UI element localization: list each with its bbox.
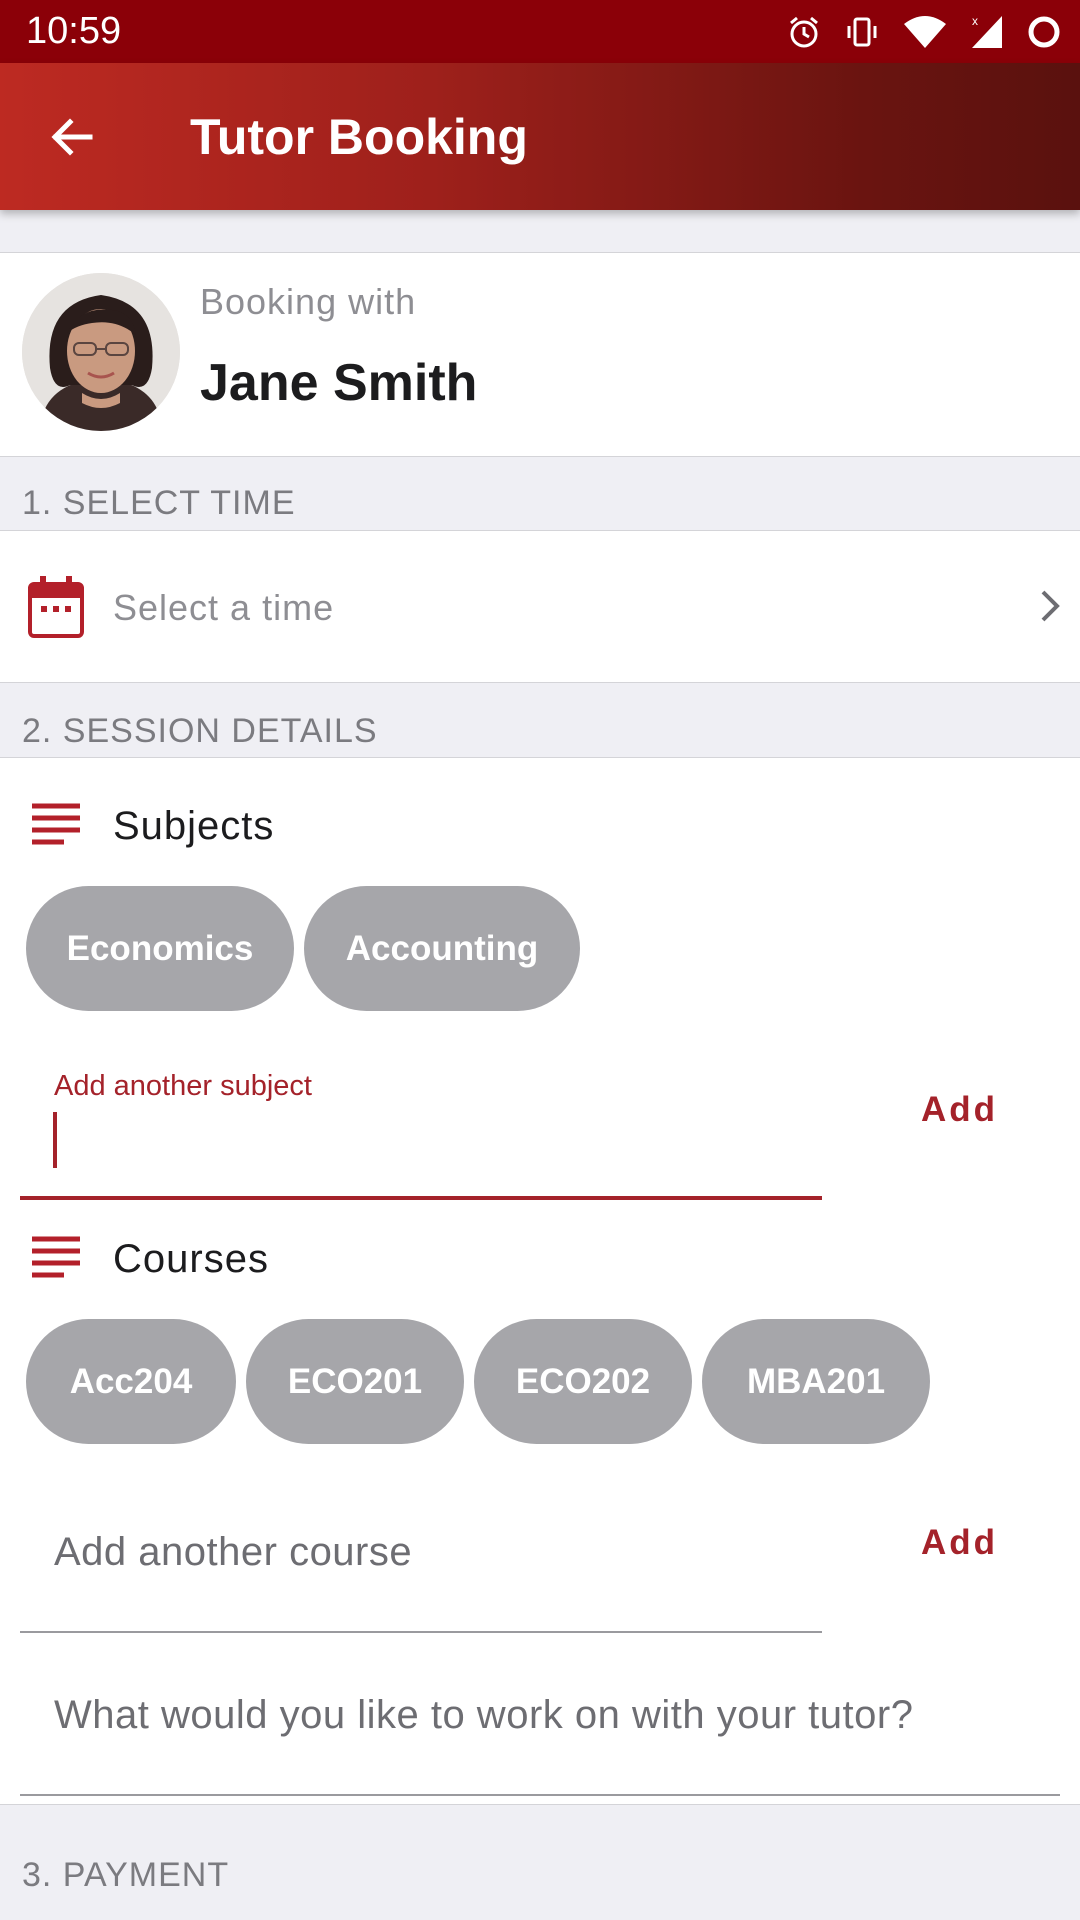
tutor-notes-input[interactable]: What would you like to work on with your… bbox=[54, 1693, 913, 1738]
vibrate-icon bbox=[844, 14, 880, 50]
course-chip[interactable]: ECO202 bbox=[474, 1319, 692, 1444]
signal-icon: x bbox=[970, 14, 1004, 50]
list-icon bbox=[32, 803, 82, 852]
wifi-icon bbox=[902, 14, 948, 50]
course-chips: Acc204 ECO201 ECO202 MBA201 bbox=[26, 1319, 930, 1444]
subject-chips: Economics Accounting bbox=[26, 886, 580, 1011]
add-subject-label: Add another subject bbox=[54, 1070, 312, 1102]
select-time-placeholder: Select a time bbox=[113, 587, 335, 628]
status-bar: 10:59 x bbox=[0, 0, 1080, 63]
course-chip[interactable]: ECO201 bbox=[246, 1319, 464, 1444]
subject-chip[interactable]: Accounting bbox=[304, 886, 580, 1011]
section-header-payment: 3. PAYMENT bbox=[22, 1856, 230, 1894]
ring-icon bbox=[1026, 14, 1062, 50]
app-bar: Tutor Booking bbox=[0, 63, 1080, 210]
tutor-name: Jane Smith bbox=[200, 354, 478, 412]
back-button[interactable] bbox=[36, 101, 108, 173]
courses-label: Courses bbox=[113, 1237, 269, 1281]
booking-with-label: Booking with bbox=[200, 281, 417, 322]
avatar bbox=[22, 273, 180, 431]
add-subject-button[interactable]: Add bbox=[921, 1090, 998, 1130]
course-chip[interactable]: MBA201 bbox=[702, 1319, 930, 1444]
text-cursor bbox=[53, 1112, 57, 1168]
status-icons: x bbox=[786, 10, 1062, 54]
section-header-session-details: 2. SESSION DETAILS bbox=[22, 712, 378, 750]
alarm-icon bbox=[786, 14, 822, 50]
page-title: Tutor Booking bbox=[190, 109, 528, 165]
svg-text:x: x bbox=[972, 14, 978, 28]
arrow-left-icon bbox=[51, 118, 93, 156]
course-chip[interactable]: Acc204 bbox=[26, 1319, 236, 1444]
tutor-card: Booking with Jane Smith bbox=[0, 252, 1080, 457]
chevron-right-icon bbox=[1038, 586, 1062, 631]
select-time-row[interactable]: Select a time bbox=[0, 530, 1080, 683]
list-icon bbox=[32, 1236, 82, 1285]
add-subject-input[interactable] bbox=[20, 1196, 822, 1200]
subjects-label: Subjects bbox=[113, 804, 275, 848]
tutor-notes-underline bbox=[20, 1794, 1060, 1796]
subject-chip[interactable]: Economics bbox=[26, 886, 294, 1011]
status-time: 10:59 bbox=[26, 10, 122, 52]
calendar-icon bbox=[28, 576, 84, 643]
section-header-select-time: 1. SELECT TIME bbox=[22, 484, 296, 522]
add-course-input[interactable]: Add another course bbox=[54, 1530, 412, 1575]
add-course-underline bbox=[20, 1631, 822, 1633]
add-course-button[interactable]: Add bbox=[921, 1523, 998, 1563]
session-details-panel: Subjects Economics Accounting Add anothe… bbox=[0, 757, 1080, 1805]
